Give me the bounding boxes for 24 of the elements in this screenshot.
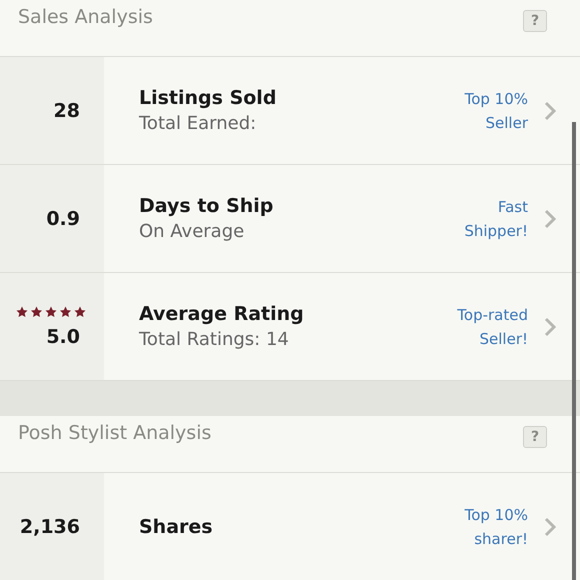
help-button[interactable]: ? <box>523 426 547 448</box>
stat-title: Average Rating <box>139 303 305 325</box>
stat-value: 5.0 <box>46 326 80 348</box>
section-title: Sales Analysis <box>18 5 153 28</box>
chevron-right-icon[interactable] <box>544 208 556 228</box>
stat-value: 0.9 <box>46 208 80 230</box>
stat-value: 28 <box>54 100 80 122</box>
achievement-link[interactable]: Fast Shipper! <box>432 194 528 242</box>
chevron-right-icon[interactable] <box>544 100 556 120</box>
help-button[interactable]: ? <box>523 10 547 32</box>
stat-title: Listings Sold <box>139 87 278 109</box>
section-title: Posh Stylist Analysis <box>18 421 212 444</box>
achievement-link[interactable]: Top-rated Seller! <box>432 302 528 350</box>
stat-value: 2,136 <box>20 516 80 538</box>
stat-subtitle: On Average <box>139 221 246 242</box>
chevron-right-icon[interactable] <box>544 516 556 536</box>
stat-title: Days to Ship <box>139 195 274 217</box>
chevron-right-icon[interactable] <box>544 316 556 336</box>
stat-title: Shares <box>139 516 214 538</box>
stat-subtitle: Total Earned: <box>139 113 258 134</box>
stat-subtitle: Total Ratings: 14 <box>139 329 290 350</box>
achievement-link[interactable]: Top 10% Seller <box>432 86 528 134</box>
scrollbar[interactable] <box>572 122 576 580</box>
achievement-link[interactable]: Top 10% sharer! <box>432 502 528 550</box>
